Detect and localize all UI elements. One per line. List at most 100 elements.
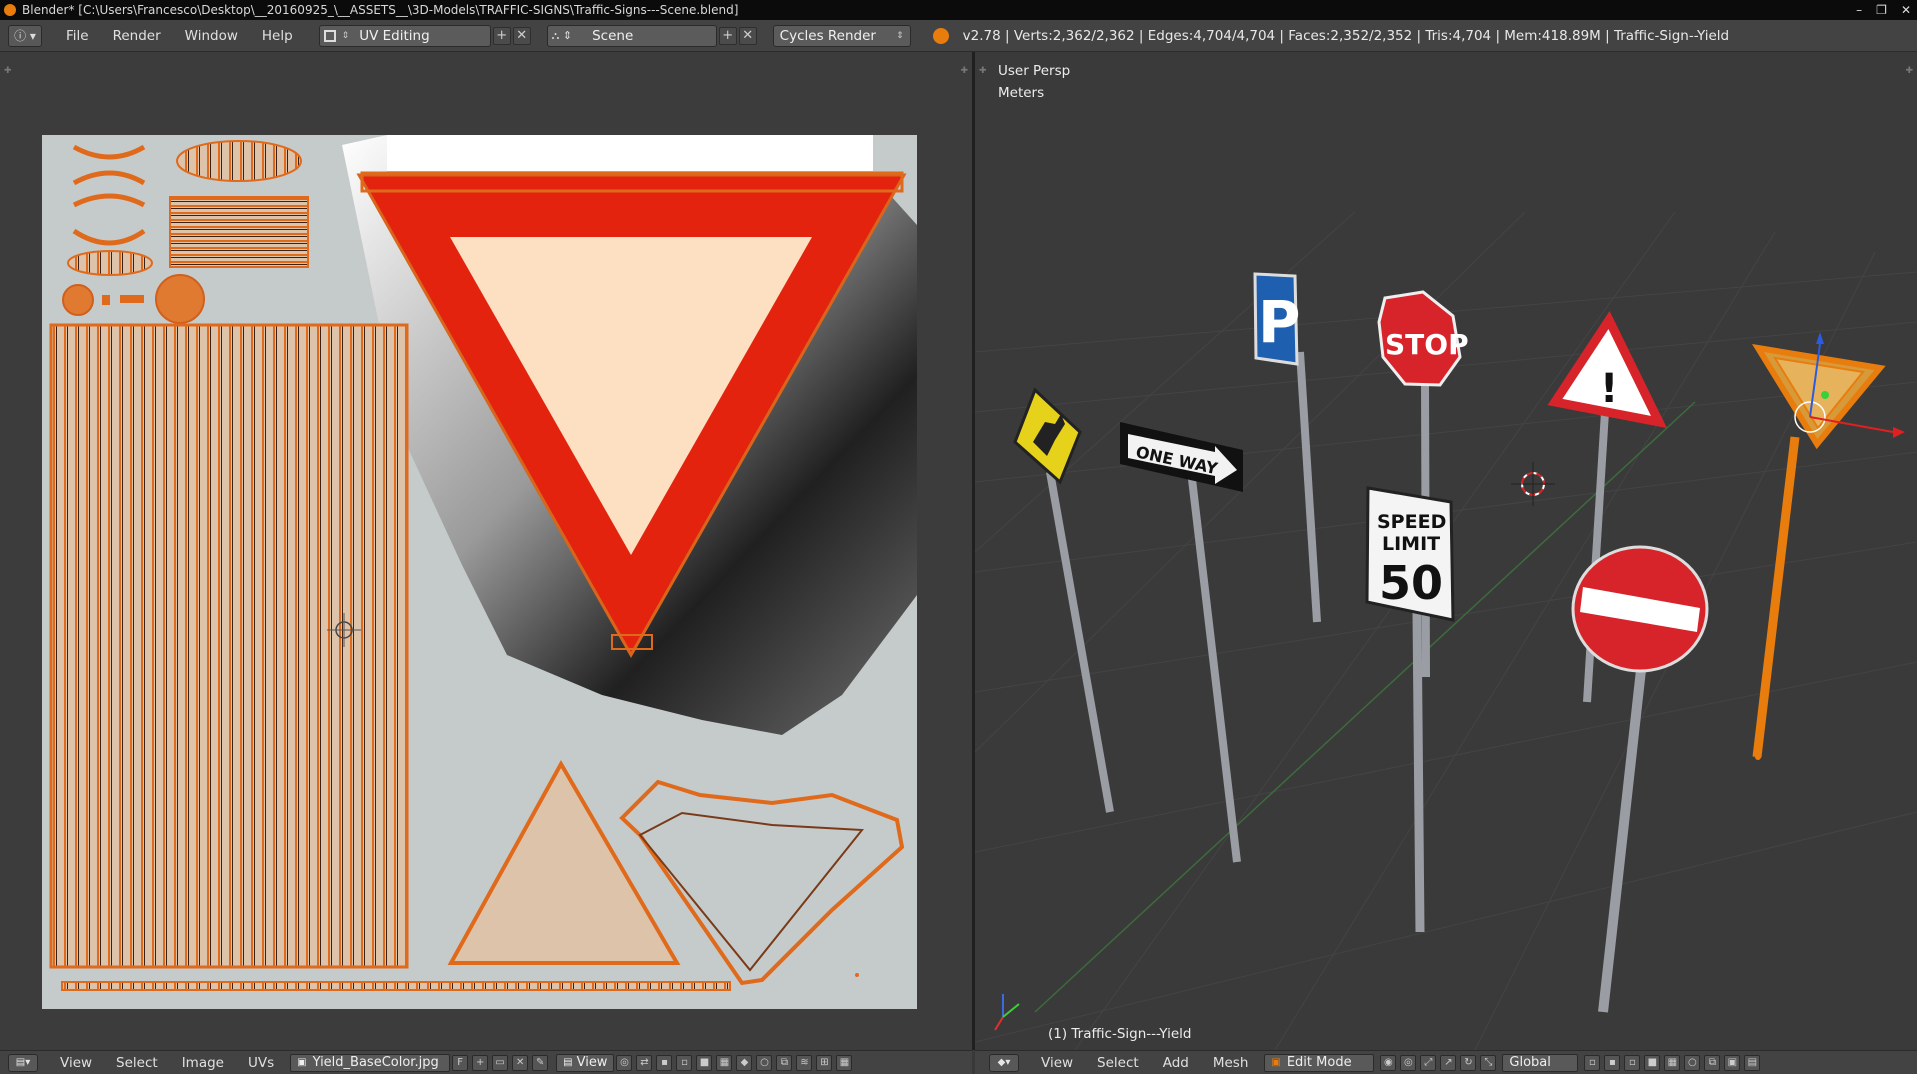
viewport-scene: ONE WAY P STOP SPEED LIMIT 50 ! — [975, 211, 1917, 1050]
uv-sculpt-icon[interactable]: ≋ — [796, 1054, 813, 1071]
opengl-render-icon[interactable]: ▤ — [1744, 1054, 1761, 1071]
delete-layout-button[interactable]: ✕ — [512, 26, 531, 45]
scene-selector[interactable]: ⛬ ⇕ Scene — [546, 24, 717, 47]
uv-editor-type-button[interactable]: ▤▾ — [8, 1053, 38, 1072]
render-engine-selector[interactable]: Cycles Render ⇕ — [772, 24, 911, 47]
uv-image-editor[interactable]: ✚ ✚ — [0, 52, 972, 1050]
sync-selection-icon[interactable]: ⇄ — [636, 1054, 653, 1071]
new-image-button[interactable]: + — [472, 1054, 489, 1071]
uv-pole-island — [49, 323, 409, 969]
open-image-button[interactable]: ▭ — [492, 1054, 509, 1071]
view-mode-icon: ▤ — [563, 1057, 573, 1068]
x-icon: ✕ — [515, 1057, 525, 1068]
close-button[interactable]: ✕ — [1901, 3, 1911, 17]
uv-texture-image[interactable] — [42, 135, 917, 1009]
uv-island — [62, 284, 94, 316]
transform-orientation-selector[interactable]: Global — [1502, 1053, 1579, 1072]
pivot-icon[interactable]: ◎ — [616, 1054, 633, 1071]
view-mode-label: View — [576, 1055, 608, 1070]
proportional-edit-icon[interactable]: ○ — [1684, 1054, 1701, 1071]
menu-add[interactable]: Add — [1151, 1055, 1201, 1071]
texture-white-strip — [387, 135, 873, 171]
proportional-edit-icon[interactable]: ○ — [756, 1054, 773, 1071]
rotate-icon[interactable]: ↻ — [1460, 1054, 1477, 1071]
occlude-geometry-icon[interactable]: ▦ — [1664, 1054, 1681, 1071]
vertex-select-icon[interactable]: ▪ — [656, 1054, 673, 1071]
viewport-editor-type-button[interactable]: ◆▾ — [989, 1053, 1019, 1072]
deer-crossing-sign — [1013, 387, 1114, 813]
uv-island — [102, 295, 110, 305]
uv-island — [61, 981, 731, 991]
channels-icon[interactable]: ▦ — [836, 1054, 853, 1071]
pin-image-button[interactable]: ✎ — [532, 1054, 549, 1071]
screen-layout-selector[interactable]: ⇕ UV Editing — [318, 24, 491, 47]
parking-letter: P — [1258, 288, 1301, 356]
image-selector[interactable]: ▣ Yield_BaseColor.jpg — [290, 1053, 451, 1072]
translate-icon[interactable]: ↗ — [1440, 1054, 1457, 1071]
dropdown-arrows-icon: ⇕ — [896, 30, 904, 41]
mode-label: Edit Mode — [1286, 1055, 1352, 1070]
uv-rim-inner — [638, 811, 864, 972]
face-select-icon[interactable]: ■ — [1644, 1054, 1661, 1071]
minimize-button[interactable]: – — [1856, 3, 1862, 17]
island-select-icon[interactable]: ▦ — [716, 1054, 733, 1071]
menu-select[interactable]: Select — [104, 1055, 170, 1071]
shading-icon[interactable]: ◉ — [1380, 1054, 1397, 1071]
unlink-image-button[interactable]: ✕ — [512, 1054, 529, 1071]
speed-limit-value: 50 — [1379, 556, 1443, 610]
uv-back-triangle — [447, 759, 681, 965]
area-split-handle-icon[interactable]: ✚ — [4, 66, 12, 76]
viewport-header: ◆▾ View Select Add Mesh ▣ Edit Mode ◉ ◎ … — [975, 1050, 1917, 1074]
vertex-select-icon[interactable]: ▪ — [1604, 1054, 1621, 1071]
selected-yield-sign[interactable] — [1752, 332, 1905, 760]
menu-uvs[interactable]: UVs — [236, 1055, 286, 1071]
menu-view[interactable]: View — [1029, 1055, 1085, 1071]
plus-icon: + — [475, 1057, 485, 1068]
pivot-point-icon[interactable]: ◎ — [1400, 1054, 1417, 1071]
menu-window[interactable]: Window — [173, 28, 250, 44]
face-select-icon[interactable]: ■ — [696, 1054, 713, 1071]
blender-version-icon — [932, 27, 949, 44]
area-split-handle-icon[interactable]: ✚ — [960, 66, 968, 76]
maximize-button[interactable]: ❐ — [1876, 3, 1887, 17]
scale-icon[interactable]: ⤡ — [1480, 1054, 1497, 1071]
info-icon: ⓘ ▾ — [14, 29, 36, 43]
menu-mesh[interactable]: Mesh — [1201, 1055, 1261, 1071]
view-mode-selector[interactable]: ▤ View — [556, 1053, 615, 1072]
menu-view[interactable]: View — [48, 1055, 104, 1071]
plus-icon: + — [496, 28, 508, 43]
snap-icon[interactable]: ⧉ — [776, 1054, 793, 1071]
orientation-label: Global — [1509, 1055, 1551, 1070]
no-entry-sign — [1571, 545, 1709, 1013]
fake-user-toggle[interactable]: F — [452, 1054, 469, 1071]
manipulator-toggle-icon[interactable]: ⤢ — [1420, 1054, 1437, 1071]
3d-viewport[interactable]: ✚ ✚ User Persp Meters ONE WAY P STOP SPE… — [975, 52, 1917, 1050]
edge-select-icon[interactable]: ▫ — [676, 1054, 693, 1071]
info-editor-type-button[interactable]: ⓘ ▾ — [8, 24, 42, 47]
parking-sign: P — [1253, 272, 1321, 623]
render-slot-icon[interactable]: ⊞ — [816, 1054, 833, 1071]
menu-help[interactable]: Help — [250, 28, 305, 44]
menu-file[interactable]: File — [54, 28, 101, 44]
snap-icon[interactable]: ⧉ — [1704, 1054, 1721, 1071]
add-scene-button[interactable]: + — [718, 26, 737, 45]
3d-view-icon: ◆▾ — [997, 1057, 1011, 1068]
menu-render[interactable]: Render — [101, 28, 173, 44]
edge-select-icon[interactable]: ▫ — [1624, 1054, 1641, 1071]
blender-logo-icon — [4, 4, 16, 16]
layer-button-icon[interactable]: ▫ — [1584, 1054, 1601, 1071]
render-engine-name: Cycles Render — [779, 27, 876, 44]
uv-island — [72, 144, 146, 160]
sticky-mode-icon[interactable]: ◆ — [736, 1054, 753, 1071]
menu-select[interactable]: Select — [1085, 1055, 1151, 1071]
menu-image[interactable]: Image — [170, 1055, 236, 1071]
uv-island — [72, 193, 146, 208]
uv-vertex — [855, 973, 859, 977]
delete-scene-button[interactable]: ✕ — [738, 26, 757, 45]
render-preview-icon[interactable]: ▣ — [1724, 1054, 1741, 1071]
add-layout-button[interactable]: + — [492, 26, 511, 45]
warning-glyph: ! — [1600, 366, 1618, 412]
mode-selector[interactable]: ▣ Edit Mode — [1264, 1053, 1375, 1072]
layout-name: UV Editing — [359, 27, 430, 44]
layout-grid-icon — [323, 29, 336, 42]
